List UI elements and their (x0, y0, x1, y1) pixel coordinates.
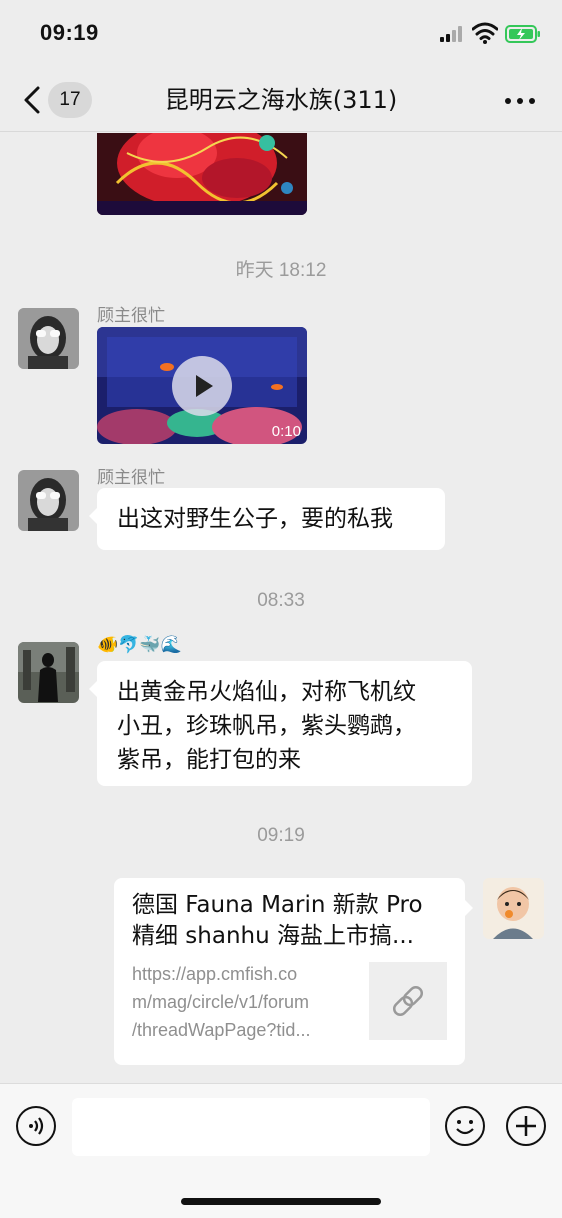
link-card-message[interactable]: 德国 Fauna Marin 新款 Pro 精细 shanhu 海盐上市搞...… (114, 878, 473, 1065)
sender-name: 顾主很忙 (97, 306, 165, 326)
voice-icon[interactable] (16, 1106, 56, 1146)
sender-name: 顾主很忙 (97, 468, 165, 488)
link-title: 德国 Fauna Marin 新款 Pro 精细 shanhu 海盐上市搞... (132, 890, 452, 952)
avatar[interactable] (18, 642, 79, 703)
status-bar: 09:19 (0, 0, 562, 70)
timestamp: 08:33 (257, 590, 305, 611)
home-indicator[interactable] (181, 1198, 381, 1205)
video-message[interactable]: 0:10 (97, 327, 307, 444)
avatar[interactable] (18, 308, 79, 369)
link-url-line: https://app.cmfish.co (132, 964, 298, 984)
self-avatar[interactable] (483, 878, 544, 939)
play-icon[interactable] (172, 356, 232, 416)
battery-icon (505, 25, 540, 43)
message-input[interactable] (72, 1098, 430, 1156)
coral-photo (97, 133, 307, 215)
link-icon (392, 985, 424, 1017)
video-duration: 0:10 (271, 423, 301, 440)
message-bubble[interactable]: 出这对野生公子，要的私我 (89, 488, 445, 550)
more-dots-icon[interactable] (505, 98, 537, 106)
avatar[interactable] (18, 470, 79, 531)
link-url-line: /threadWapPage?tid... (132, 1020, 311, 1040)
chat-header: 17 昆明云之海水族(311) (0, 70, 562, 132)
unread-count-badge[interactable]: 17 (48, 82, 92, 118)
plus-icon[interactable] (506, 1106, 546, 1146)
signal-icon (440, 26, 466, 42)
wifi-icon (472, 22, 498, 44)
link-thumbnail (369, 962, 447, 1040)
status-time: 09:19 (40, 20, 99, 45)
message-line: 紫吊，能打包的来 (117, 747, 301, 773)
link-title-line: 精细 shanhu 海盐上市搞... (132, 923, 414, 949)
chevron-left-icon[interactable] (20, 84, 44, 116)
sender-emoji-name: 🐠🐬🐳🌊 (97, 635, 182, 655)
message-list[interactable]: 昨天 18:12 顾主很忙 0:10 顾主很忙 出这对野生公子，要的私我 08:… (0, 133, 562, 1083)
timestamp: 昨天 18:12 (235, 260, 327, 281)
message-bubble[interactable]: 出黄金吊火焰仙，对称飞机纹 小丑，珍珠帆吊，紫头鹦鹉， 紫吊，能打包的来 (89, 661, 472, 786)
emoji-icon[interactable] (445, 1106, 485, 1146)
message-line: 小丑，珍珠帆吊，紫头鹦鹉， (117, 713, 416, 739)
image-message[interactable] (97, 133, 307, 215)
chat-title: 昆明云之海水族(311) (164, 86, 398, 114)
timestamp: 09:19 (257, 825, 305, 846)
link-title-line: 德国 Fauna Marin 新款 Pro (132, 892, 423, 918)
link-url-line: m/mag/circle/v1/forum (132, 992, 310, 1012)
link-url: https://app.cmfish.co m/mag/circle/v1/fo… (132, 960, 354, 1044)
message-line: 出黄金吊火焰仙，对称飞机纹 (117, 679, 416, 705)
